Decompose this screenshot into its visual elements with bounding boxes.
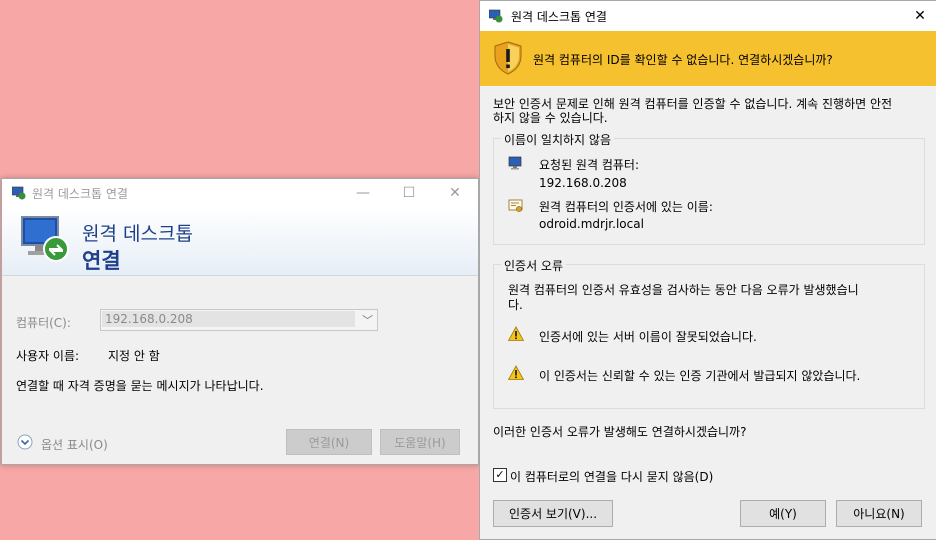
computer-label: 컴퓨터(C): bbox=[16, 316, 71, 330]
cert-titlebar: 원격 데스크톱 연결 ✕ bbox=[480, 1, 936, 31]
view-certificate-button[interactable]: 인증서 보기(V)... bbox=[493, 500, 613, 527]
cert-error-2: 이 인증서는 신뢰할 수 있는 인증 기관에서 발급되지 않았습니다. bbox=[539, 369, 861, 383]
close-button[interactable]: ✕ bbox=[432, 179, 478, 207]
computer-icon bbox=[508, 155, 524, 171]
name-mismatch-title: 이름이 일치하지 않음 bbox=[501, 131, 614, 148]
rdc-title: 원격 데스크톱 연결 bbox=[32, 186, 128, 201]
username-label: 사용자 이름: bbox=[16, 349, 80, 363]
dont-ask-label[interactable]: 이 컴퓨터로의 연결을 다시 묻지 않음(D) bbox=[510, 468, 713, 485]
help-button[interactable]: 도움말(H) bbox=[380, 429, 460, 455]
computer-value: 192.168.0.208 bbox=[105, 312, 193, 326]
connect-button[interactable]: 연결(N) bbox=[286, 429, 372, 455]
username-value: 지정 안 함 bbox=[108, 349, 160, 363]
credential-note: 연결할 때 자격 증명을 묻는 메시지가 나타납니다. bbox=[16, 379, 264, 393]
rdc-main-window: 원격 데스크톱 연결 — ☐ ✕ 원격 데스크톱 연결 컴퓨터(C): 192.… bbox=[1, 178, 479, 465]
warning-icon bbox=[507, 326, 525, 342]
computer-combobox[interactable]: 192.168.0.208 ﹀ bbox=[100, 309, 378, 331]
name-mismatch-group: 이름이 일치하지 않음 요청된 원격 컴퓨터: 192.168.0.208 원격… bbox=[493, 131, 925, 245]
cert-errors-title: 인증서 오류 bbox=[501, 257, 567, 274]
banner-title-line1: 원격 데스크톱 bbox=[82, 223, 193, 245]
warning-icon bbox=[507, 365, 525, 381]
rdc-banner: 원격 데스크톱 연결 bbox=[2, 207, 478, 276]
dont-ask-checkbox[interactable]: ✓ bbox=[493, 468, 507, 482]
intro-line2: 하지 않을 수 있습니다. bbox=[493, 111, 608, 125]
warning-banner: 원격 컴퓨터의 ID를 확인할 수 없습니다. 연결하시겠습니까? bbox=[480, 31, 936, 86]
chevron-down-icon[interactable]: ﹀ bbox=[362, 312, 373, 328]
cert-errors-desc-line2: 다. bbox=[508, 298, 523, 312]
rdc-app-icon bbox=[11, 186, 26, 200]
cert-errors-group: 인증서 오류 원격 컴퓨터의 인증서 유효성을 검사하는 동안 다음 오류가 발… bbox=[493, 257, 925, 409]
cert-errors-desc-line1: 원격 컴퓨터의 인증서 유효성을 검사하는 동안 다음 오류가 발생했습니 bbox=[508, 283, 859, 297]
close-button[interactable]: ✕ bbox=[897, 2, 936, 30]
cert-name-value: odroid.mdrjr.local bbox=[539, 217, 644, 231]
warning-message: 원격 컴퓨터의 ID를 확인할 수 없습니다. 연결하시겠습니까? bbox=[533, 53, 833, 67]
yes-button[interactable]: 예(Y) bbox=[740, 500, 826, 527]
show-options-link[interactable]: 옵션 표시(O) bbox=[41, 436, 108, 453]
no-button[interactable]: 아니요(N) bbox=[836, 500, 922, 527]
cert-name-label: 원격 컴퓨터의 인증서에 있는 이름: bbox=[539, 200, 713, 214]
minimize-button[interactable]: — bbox=[340, 179, 386, 207]
connect-question: 이러한 인증서 오류가 발생해도 연결하시겠습니까? bbox=[493, 425, 747, 439]
rdc-app-icon bbox=[488, 9, 503, 23]
requested-computer-label: 요청된 원격 컴퓨터: bbox=[539, 158, 639, 172]
banner-title-line2: 연결 bbox=[82, 249, 121, 273]
rdc-titlebar: 원격 데스크톱 연결 — ☐ ✕ bbox=[2, 179, 478, 207]
cert-warning-dialog: 원격 데스크톱 연결 ✕ 원격 컴퓨터의 ID를 확인할 수 없습니다. 연결하… bbox=[479, 0, 936, 540]
expand-options-icon[interactable] bbox=[17, 434, 33, 450]
security-shield-icon bbox=[494, 41, 522, 75]
remote-desktop-icon bbox=[20, 213, 72, 265]
requested-computer-value: 192.168.0.208 bbox=[539, 176, 627, 190]
cert-title: 원격 데스크톱 연결 bbox=[511, 9, 607, 24]
cert-error-1: 인증서에 있는 서버 이름이 잘못되었습니다. bbox=[539, 330, 757, 344]
certificate-icon bbox=[508, 198, 524, 214]
maximize-button[interactable]: ☐ bbox=[386, 179, 432, 207]
